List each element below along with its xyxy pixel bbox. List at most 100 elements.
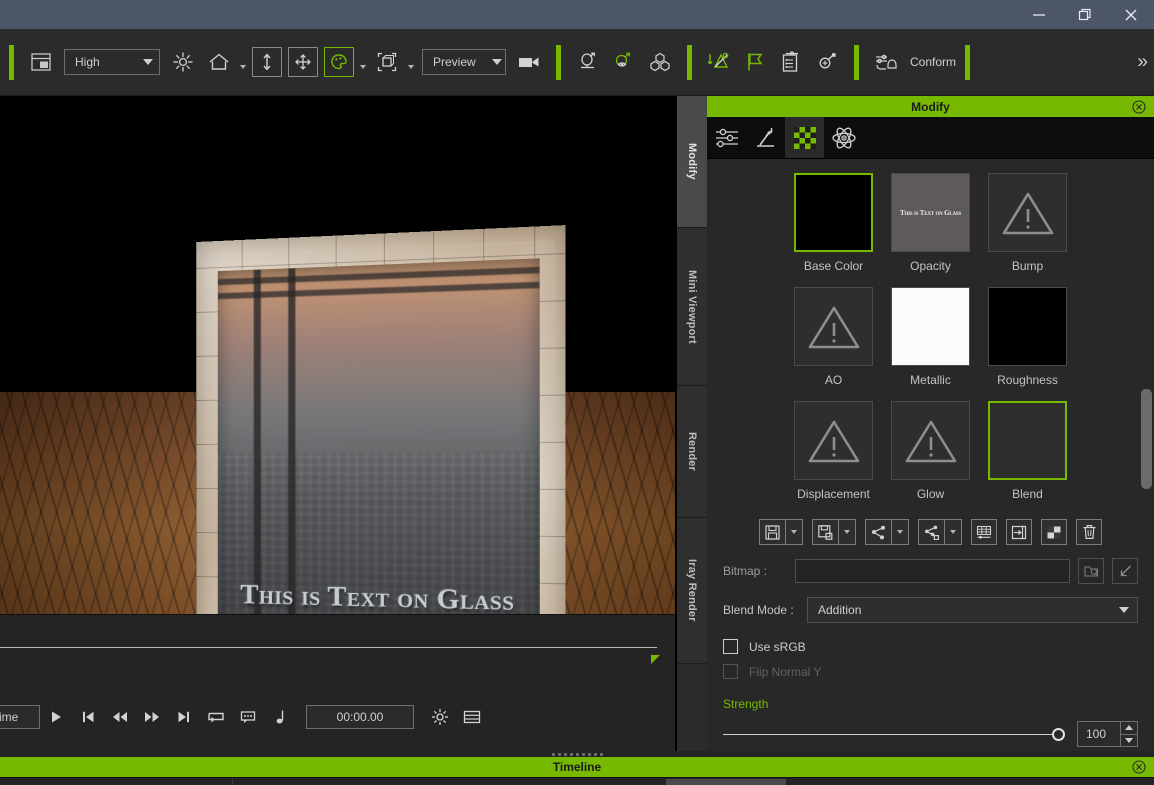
scrollbar-thumb[interactable] (1141, 389, 1152, 489)
texture-slot[interactable]: Base Color (785, 173, 882, 287)
audio-note-button[interactable] (264, 704, 296, 730)
pick-arrow-icon[interactable] (1112, 558, 1138, 584)
texture-slot[interactable]: Bump (979, 173, 1076, 287)
conform-icon[interactable] (871, 47, 901, 77)
share-map-dropdown[interactable] (891, 519, 909, 545)
texture-slot[interactable]: Metallic (882, 287, 979, 401)
dock-track-block[interactable] (666, 779, 786, 785)
rewind-button[interactable] (104, 704, 136, 730)
fit-height-icon[interactable] (252, 47, 282, 77)
panel-scrollbar[interactable] (1141, 229, 1152, 751)
go-to-start-button[interactable] (72, 704, 104, 730)
texture-slot[interactable]: This is Text on Glass Opacity (882, 173, 979, 287)
pan-move-icon[interactable] (288, 47, 318, 77)
flag-icon[interactable] (740, 47, 770, 77)
texture-thumb-roughness[interactable] (988, 287, 1067, 366)
texture-slot[interactable]: Glow (882, 401, 979, 515)
bounding-box-icon[interactable] (372, 47, 402, 77)
restore-button[interactable] (1062, 0, 1108, 29)
timecode-field[interactable]: 00:00.00 (306, 705, 414, 729)
fast-forward-button[interactable] (136, 704, 168, 730)
stepper-down[interactable] (1121, 735, 1137, 747)
shading-mode-dropdown[interactable] (357, 48, 369, 76)
checker-half-icon[interactable] (1041, 519, 1067, 545)
properties-list-icon[interactable] (776, 47, 806, 77)
texture-slot[interactable]: Displacement (785, 401, 882, 515)
timeline-end-marker[interactable] (651, 655, 660, 664)
gear-icon[interactable] (424, 704, 456, 730)
bounding-box-dropdown[interactable] (405, 48, 417, 76)
texture-slot[interactable]: AO (785, 287, 882, 401)
floppy-copy-icon[interactable] (812, 519, 838, 545)
comment-button[interactable] (232, 704, 264, 730)
glass-panel-object[interactable]: This is Text on Glass (196, 225, 566, 614)
stepper-up[interactable] (1121, 722, 1137, 735)
magnify-object-icon[interactable] (812, 47, 842, 77)
slider-knob[interactable] (1052, 727, 1065, 741)
render-quality-combo[interactable]: High (64, 49, 160, 75)
texture-thumb-metallic[interactable] (891, 287, 970, 366)
go-to-end-button[interactable] (168, 704, 200, 730)
texture-slot[interactable]: Blend (979, 401, 1076, 515)
tab-motion[interactable] (746, 117, 785, 158)
sunlight-icon[interactable] (168, 47, 198, 77)
play-button[interactable] (40, 704, 72, 730)
look-at-icon[interactable] (609, 47, 639, 77)
sidebar-item-modify[interactable]: Modify (677, 96, 707, 228)
browse-folder-icon[interactable] (1078, 558, 1104, 584)
sidebar-item-iray-render[interactable]: Iray Render (677, 518, 707, 664)
texture-thumb-bump[interactable] (988, 173, 1067, 252)
save-map-dropdown[interactable] (785, 519, 803, 545)
texture-thumb-base-color[interactable] (794, 173, 873, 252)
close-icon[interactable] (1132, 760, 1146, 774)
texture-thumb-displacement[interactable] (794, 401, 873, 480)
timeline-name-field[interactable]: ime (0, 705, 40, 729)
minimize-button[interactable] (1016, 0, 1062, 29)
trash-icon[interactable] (1076, 519, 1102, 545)
layout-icon[interactable] (26, 47, 56, 77)
timeline-dock-body[interactable] (0, 777, 1154, 785)
save-map-button[interactable] (759, 519, 803, 545)
save-map-as-dropdown[interactable] (838, 519, 856, 545)
instances-icon[interactable] (645, 47, 675, 77)
share-copy-icon[interactable] (918, 519, 944, 545)
camera-icon[interactable] (514, 47, 544, 77)
texture-thumb-glow[interactable] (891, 401, 970, 480)
import-model-icon[interactable] (704, 47, 734, 77)
share-map-copy-dropdown[interactable] (944, 519, 962, 545)
close-icon[interactable] (1132, 99, 1146, 114)
home-view-icon[interactable] (204, 47, 234, 77)
texture-slot[interactable]: Roughness (979, 287, 1076, 401)
shading-mode-icon[interactable] (324, 47, 354, 77)
share-icon[interactable] (865, 519, 891, 545)
floppy-icon[interactable] (759, 519, 785, 545)
bitmap-input[interactable] (795, 559, 1070, 583)
tab-material[interactable] (785, 117, 824, 158)
texture-thumb-blend[interactable] (988, 401, 1067, 480)
strength-stepper[interactable]: 100 (1077, 721, 1138, 747)
toolbar-overflow-button[interactable]: » (1137, 53, 1148, 72)
strength-value[interactable]: 100 (1078, 722, 1120, 746)
sidebar-item-mini-viewport[interactable]: Mini Viewport (677, 228, 707, 386)
close-button[interactable] (1108, 0, 1154, 29)
sidebar-item-render[interactable]: Render (677, 386, 707, 518)
timeline-ruler[interactable] (0, 647, 657, 648)
texture-thumb-opacity[interactable]: This is Text on Glass (891, 173, 970, 252)
share-map-button[interactable] (865, 519, 909, 545)
tab-physics[interactable] (824, 117, 863, 158)
tab-sliders[interactable] (707, 117, 746, 158)
use-srgb-row[interactable]: Use sRGB (707, 639, 1154, 654)
blend-mode-select[interactable]: Addition (807, 597, 1138, 623)
save-map-as-button[interactable] (812, 519, 856, 545)
conform-button[interactable]: Conform (868, 47, 956, 77)
texture-thumb-ao[interactable] (794, 287, 873, 366)
stepper-arrows[interactable] (1120, 722, 1137, 746)
use-srgb-checkbox[interactable] (723, 639, 738, 654)
3d-viewport[interactable]: This is Text on Glass (0, 96, 675, 614)
tiling-grid-icon[interactable] (971, 519, 997, 545)
list-view-button[interactable] (456, 704, 488, 730)
import-box-icon[interactable] (1006, 519, 1032, 545)
loop-button[interactable] (200, 704, 232, 730)
preview-mode-combo[interactable]: Preview (422, 49, 506, 75)
strength-slider[interactable] (723, 725, 1065, 743)
